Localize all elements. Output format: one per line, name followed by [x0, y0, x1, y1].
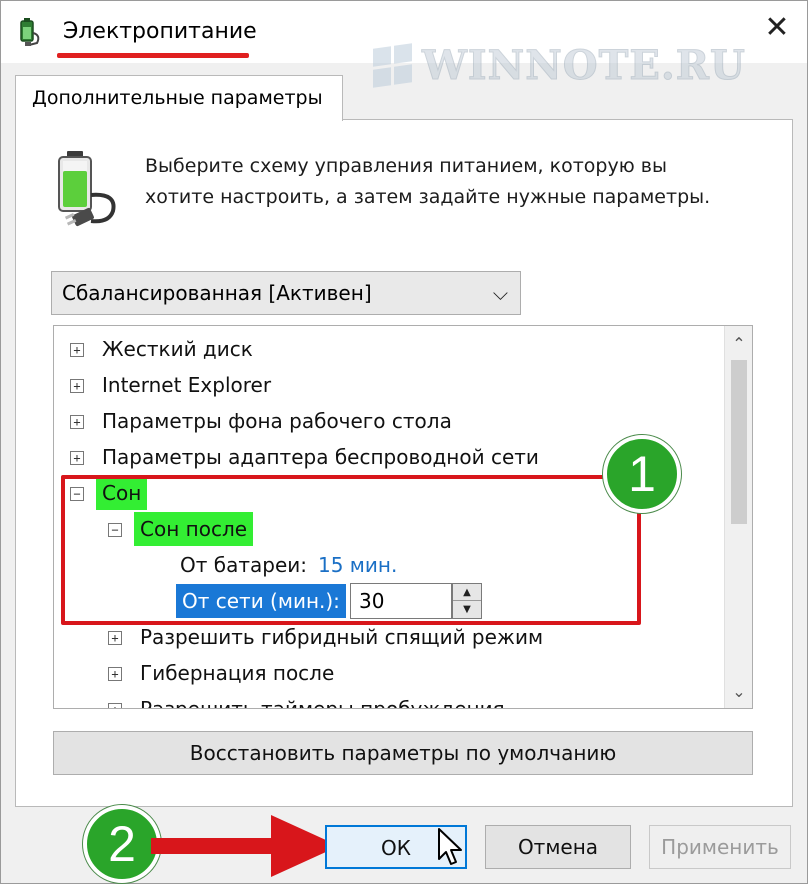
close-button[interactable]: ✕ — [757, 11, 797, 45]
scrollbar-thumb[interactable] — [731, 360, 747, 524]
expand-plus-icon[interactable]: + — [70, 415, 84, 429]
tree-scrollbar[interactable]: ⌃ ⌄ — [724, 326, 752, 708]
expand-plus-icon[interactable]: + — [108, 703, 122, 708]
windows-logo-icon — [373, 42, 412, 88]
tree-item-label: Разрешить таймеры пробуждения — [140, 697, 505, 709]
restore-defaults-button[interactable]: Восстановить параметры по умолчанию — [53, 731, 753, 775]
annotation-arrow-icon — [151, 815, 339, 877]
title-bar: Электропитание WINNOTE.RU ✕ — [1, 1, 807, 89]
expand-plus-icon[interactable]: + — [70, 451, 84, 465]
power-app-icon — [20, 18, 40, 46]
power-plan-value: Сбалансированная [Активен] — [62, 281, 372, 305]
window-title: Электропитание — [63, 19, 257, 44]
annotation-badge-1: 1 — [603, 435, 681, 513]
tree-item-label: Гибернация после — [140, 661, 335, 685]
expand-plus-icon[interactable]: + — [70, 379, 84, 393]
title-annotation-underline — [57, 53, 249, 58]
power-plan-dropdown[interactable]: Сбалансированная [Активен] ⌵ — [51, 271, 521, 315]
expand-plus-icon[interactable]: + — [108, 667, 122, 681]
apply-button[interactable]: Применить — [649, 825, 791, 869]
watermark-text: WINNOTE.RU — [422, 41, 746, 89]
instruction-line-1: Выберите схему управления питанием, кото… — [145, 155, 667, 177]
scroll-down-icon[interactable]: ⌄ — [725, 678, 752, 706]
annotation-highlight-box — [61, 475, 641, 625]
chevron-down-icon: ⌵ — [492, 281, 508, 305]
power-options-window: Электропитание WINNOTE.RU ✕ Дополнительн… — [0, 0, 808, 884]
tree-item-label: Параметры фона рабочего стола — [102, 409, 452, 433]
cancel-button[interactable]: Отмена — [485, 825, 631, 869]
battery-plug-icon — [58, 151, 116, 227]
annotation-badge-2: 2 — [83, 805, 161, 883]
tree-item-label: Internet Explorer — [102, 373, 272, 397]
mouse-cursor-icon — [438, 828, 462, 865]
instruction-line-2: хотите настроить, а затем задайте нужные… — [145, 186, 711, 208]
tab-advanced-settings[interactable]: Дополнительные параметры — [15, 75, 343, 121]
scroll-up-icon[interactable]: ⌃ — [725, 330, 752, 358]
tree-item-label: Разрешить гибридный спящий режим — [140, 625, 544, 649]
tree-item-label: Жесткий диск — [102, 337, 253, 361]
instruction-text: Выберите схему управления питанием, кото… — [145, 151, 765, 213]
watermark: WINNOTE.RU — [373, 41, 746, 89]
expand-plus-icon[interactable]: + — [70, 343, 84, 357]
expand-plus-icon[interactable]: + — [108, 631, 122, 645]
tree-item-label: Параметры адаптера беспроводной сети — [102, 445, 539, 469]
